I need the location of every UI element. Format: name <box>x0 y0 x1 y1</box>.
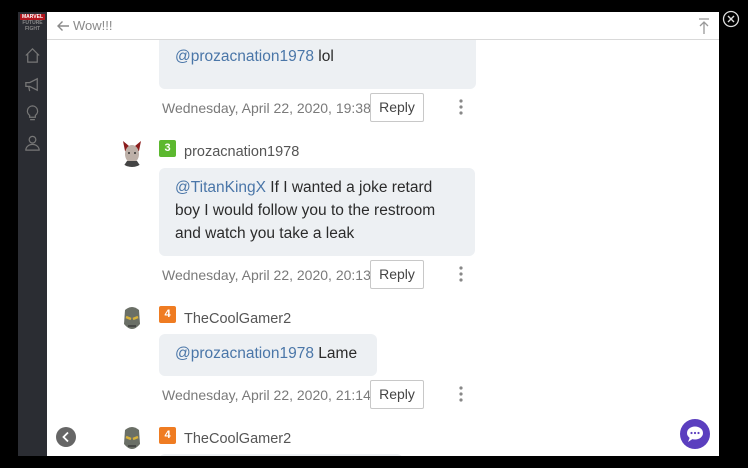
thread-header: Wow!!! <box>47 12 719 40</box>
comment-thread: @prozacnation1978 lol Wednesday, April 2… <box>47 40 719 456</box>
user-mention-link[interactable]: @prozacnation1978 <box>175 345 314 362</box>
avatar[interactable] <box>117 424 147 454</box>
chat-bubble-icon[interactable] <box>680 419 710 449</box>
avatar[interactable] <box>117 304 147 334</box>
rank-badge: 4 <box>159 306 176 323</box>
comment-username[interactable]: prozacnation1978 <box>184 144 299 160</box>
reply-button[interactable]: Reply <box>370 260 424 289</box>
more-options-icon[interactable] <box>457 97 465 117</box>
app-window: MARVEL FUTURE FIGHT Wow!!! @prozacnation… <box>18 12 719 456</box>
more-options-icon[interactable] <box>457 384 465 404</box>
page-title: Wow!!! <box>73 18 113 33</box>
collapse-sidebar-button[interactable] <box>56 427 76 447</box>
close-circle-icon[interactable] <box>722 10 740 28</box>
avatar[interactable] <box>117 137 147 167</box>
comment-timestamp: Wednesday, April 22, 2020, 21:14 <box>162 387 371 403</box>
reply-button[interactable]: Reply <box>370 380 424 409</box>
user-mention-link[interactable]: @TitanKingX <box>175 179 266 196</box>
more-options-icon[interactable] <box>457 264 465 284</box>
user-icon[interactable] <box>23 133 42 152</box>
reply-button[interactable]: Reply <box>370 93 424 122</box>
comment-bubble <box>159 454 403 456</box>
comment-username[interactable]: TheCoolGamer2 <box>184 311 291 327</box>
rank-badge: 4 <box>159 427 176 444</box>
app-logo: MARVEL FUTURE FIGHT <box>20 14 46 32</box>
comment-timestamp: Wednesday, April 22, 2020, 20:13 <box>162 267 371 283</box>
comment-bubble: @prozacnation1978 lol <box>159 40 476 89</box>
comment-bubble: @TitanKingX If I wanted a joke retard bo… <box>159 168 475 256</box>
lightbulb-icon[interactable] <box>23 104 42 123</box>
home-icon[interactable] <box>23 46 42 65</box>
user-mention-link[interactable]: @prozacnation1978 <box>175 48 314 65</box>
comment-timestamp: Wednesday, April 22, 2020, 19:38 <box>162 100 371 116</box>
rank-badge: 3 <box>159 140 176 157</box>
arrow-left-icon[interactable] <box>55 18 71 34</box>
megaphone-icon[interactable] <box>23 75 42 94</box>
comment-username[interactable]: TheCoolGamer2 <box>184 431 291 447</box>
comment-bubble: @prozacnation1978 Lame <box>159 334 377 376</box>
scroll-to-top-icon[interactable] <box>697 17 711 35</box>
left-nav-bar: MARVEL FUTURE FIGHT <box>18 12 47 456</box>
